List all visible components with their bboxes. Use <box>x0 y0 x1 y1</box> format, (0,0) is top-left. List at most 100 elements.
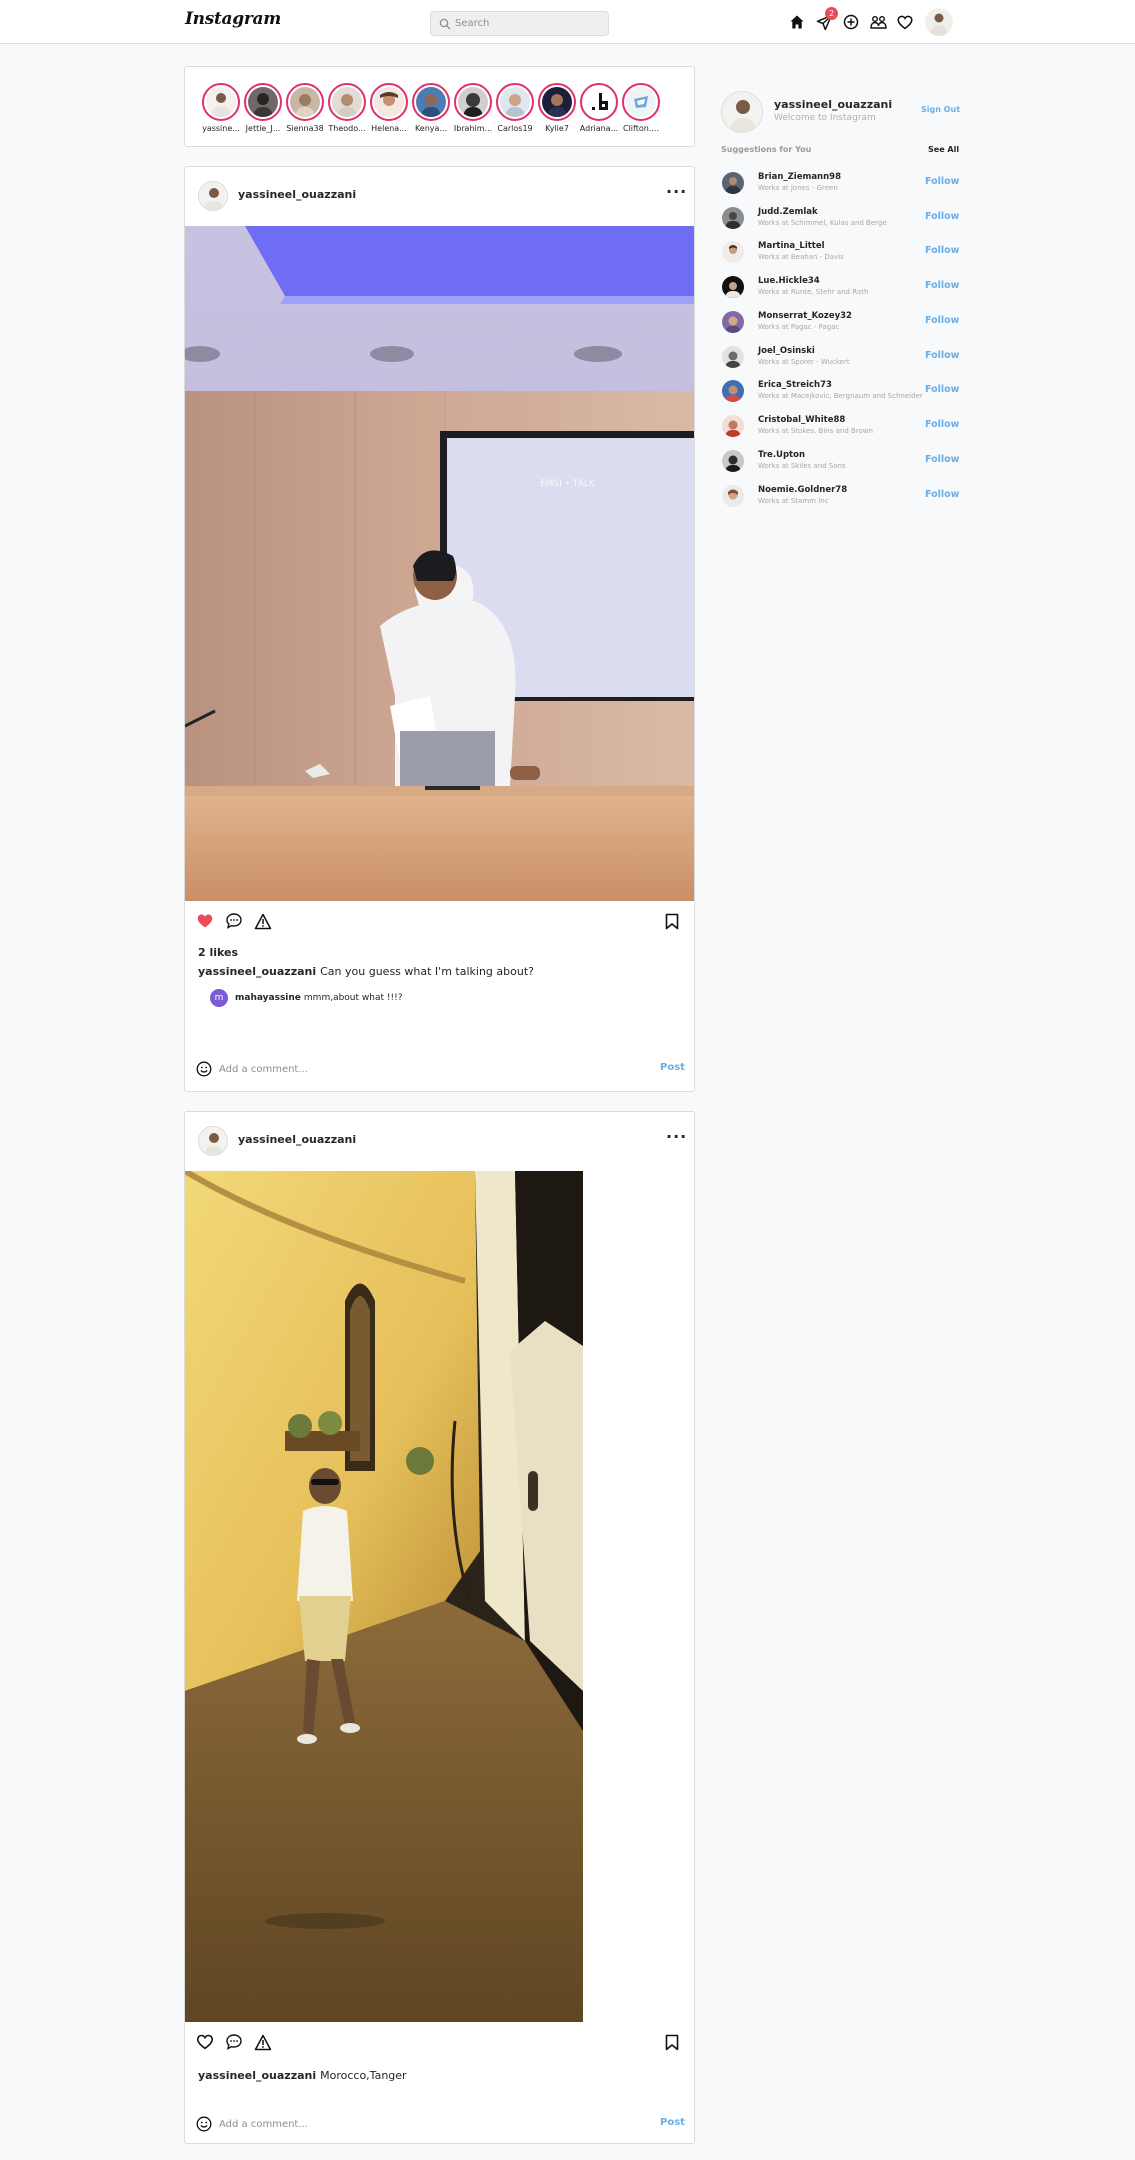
suggestion-username[interactable]: Erica_Streich73 <box>758 380 832 390</box>
caption-text: Morocco,Tanger <box>320 2069 407 2082</box>
commenter-username[interactable]: mahayassine <box>235 993 301 1003</box>
suggestion-avatar[interactable] <box>722 346 744 368</box>
like-heart-icon[interactable] <box>194 2031 216 2053</box>
svg-text:EMSI • TALK: EMSI • TALK <box>540 479 596 489</box>
follow-button[interactable]: Follow <box>925 176 959 187</box>
story-username: Sienna38 <box>286 124 324 133</box>
current-username[interactable]: yassineel_ouazzani <box>774 98 892 111</box>
suggestion-username[interactable]: Monserrat_Kozey32 <box>758 311 852 321</box>
like-heart-icon[interactable] <box>194 910 216 932</box>
post-author-avatar[interactable] <box>198 1126 228 1156</box>
follow-button[interactable]: Follow <box>925 384 959 395</box>
post-caption: yassineel_ouazzani Can you guess what I'm… <box>198 965 534 978</box>
post-username[interactable]: yassineel_ouazzani <box>238 188 356 201</box>
suggestion-username[interactable]: Tre.Upton <box>758 450 805 460</box>
story-avatar <box>290 87 320 117</box>
sign-out-button[interactable]: Sign Out <box>921 105 960 114</box>
comment-bubble-icon[interactable] <box>223 2031 245 2053</box>
caption-username[interactable]: yassineel_ouazzani <box>198 2069 316 2082</box>
story-ring <box>412 83 450 121</box>
see-all-link[interactable]: See All <box>928 145 959 154</box>
suggestion-username[interactable]: Joel_Osinski <box>758 346 815 356</box>
suggestion-username[interactable]: Cristobal_White88 <box>758 415 845 425</box>
story-username: Clifton.... <box>623 124 659 133</box>
follow-button[interactable]: Follow <box>925 315 959 326</box>
add-comment-bar: Post <box>185 2109 696 2139</box>
suggestion-item: Brian_Ziemann98 Works at Jones - Green F… <box>721 169 961 199</box>
story-item[interactable]: yassine... <box>200 83 242 133</box>
suggestion-username[interactable]: Noemie.Goldner78 <box>758 485 847 495</box>
more-options-icon[interactable]: ··· <box>666 184 687 200</box>
story-item[interactable]: Kylie7 <box>536 83 578 133</box>
current-user-avatar[interactable] <box>721 91 763 133</box>
follow-button[interactable]: Follow <box>925 489 959 500</box>
story-ring <box>496 83 534 121</box>
post-comment-button[interactable]: Post <box>660 1062 685 1073</box>
suggestion-item: Erica_Streich73 Works at Macejkovic, Ber… <box>721 377 961 407</box>
suggestion-avatar[interactable] <box>722 415 744 437</box>
follow-button[interactable]: Follow <box>925 245 959 256</box>
post-photo[interactable] <box>185 1171 583 2022</box>
follow-button[interactable]: Follow <box>925 211 959 222</box>
profile-avatar[interactable] <box>925 8 953 36</box>
follow-button[interactable]: Follow <box>925 280 959 291</box>
suggestion-avatar[interactable] <box>722 450 744 472</box>
suggestion-username[interactable]: Martina_Littel <box>758 241 825 251</box>
follow-button[interactable]: Follow <box>925 454 959 465</box>
new-post-icon[interactable] <box>842 13 860 31</box>
suggestion-item: Cristobal_White88 Works at Stokes, Bins … <box>721 412 961 442</box>
direct-messages-icon[interactable]: 2 <box>815 7 838 31</box>
comment-row: m mahayassine mmm,about what !!!? <box>210 989 402 1007</box>
instagram-logo[interactable]: Instagram <box>185 9 281 29</box>
suggestion-avatar[interactable] <box>722 380 744 402</box>
suggestion-username[interactable]: Judd.Zemlak <box>758 207 818 217</box>
suggestion-avatar[interactable] <box>722 485 744 507</box>
comment-input[interactable] <box>219 2115 619 2133</box>
messages-badge: 2 <box>825 7 838 20</box>
bookmark-icon[interactable] <box>661 2031 683 2053</box>
story-ring <box>538 83 576 121</box>
suggestion-avatar[interactable] <box>722 207 744 229</box>
suggestion-username[interactable]: Brian_Ziemann98 <box>758 172 841 182</box>
activity-heart-icon[interactable] <box>896 13 914 31</box>
post-header: yassineel_ouazzani ··· <box>185 167 694 225</box>
caption-username[interactable]: yassineel_ouazzani <box>198 965 316 978</box>
story-item[interactable]: Ibrahim... <box>452 83 494 133</box>
suggestion-username[interactable]: Lue.Hickle34 <box>758 276 820 286</box>
suggestion-workplace: Works at Macejkovic, Bergnaum and Schnei… <box>758 392 923 400</box>
story-item[interactable]: Helena... <box>368 83 410 133</box>
emoji-smile-icon[interactable] <box>196 1061 212 1077</box>
comment-input[interactable] <box>219 1060 619 1078</box>
comment-bubble-icon[interactable] <box>223 910 245 932</box>
suggestion-avatar[interactable] <box>722 311 744 333</box>
home-icon[interactable] <box>788 13 806 31</box>
story-item[interactable]: Theodo... <box>326 83 368 133</box>
story-item[interactable]: Kenya... <box>410 83 452 133</box>
suggestion-avatar[interactable] <box>722 241 744 263</box>
suggestion-avatar[interactable] <box>722 172 744 194</box>
story-item[interactable]: Adriana... <box>578 83 620 133</box>
story-item[interactable]: Jettie_J... <box>242 83 284 133</box>
post-photo[interactable]: EMSI • TALK <box>185 226 694 901</box>
report-warning-icon[interactable] <box>252 2031 274 2053</box>
story-ring <box>580 83 618 121</box>
suggestion-item: Tre.Upton Works at Skiles and Sons Follo… <box>721 447 961 477</box>
explore-icon[interactable] <box>869 13 887 31</box>
story-item[interactable]: Carlos19 <box>494 83 536 133</box>
report-warning-icon[interactable] <box>252 910 274 932</box>
post-username[interactable]: yassineel_ouazzani <box>238 1133 356 1146</box>
story-item[interactable]: Clifton.... <box>620 83 662 133</box>
search-box[interactable] <box>430 11 609 36</box>
suggestion-avatar[interactable] <box>722 276 744 298</box>
post-comment-button[interactable]: Post <box>660 2117 685 2128</box>
follow-button[interactable]: Follow <box>925 350 959 361</box>
story-item[interactable]: Sienna38 <box>284 83 326 133</box>
welcome-text: Welcome to Instagram <box>774 113 876 123</box>
commenter-avatar[interactable]: m <box>210 989 228 1007</box>
emoji-smile-icon[interactable] <box>196 2116 212 2132</box>
post-author-avatar[interactable] <box>198 181 228 211</box>
follow-button[interactable]: Follow <box>925 419 959 430</box>
more-options-icon[interactable]: ··· <box>666 1129 687 1145</box>
search-input[interactable] <box>455 14 603 33</box>
bookmark-icon[interactable] <box>661 910 683 932</box>
